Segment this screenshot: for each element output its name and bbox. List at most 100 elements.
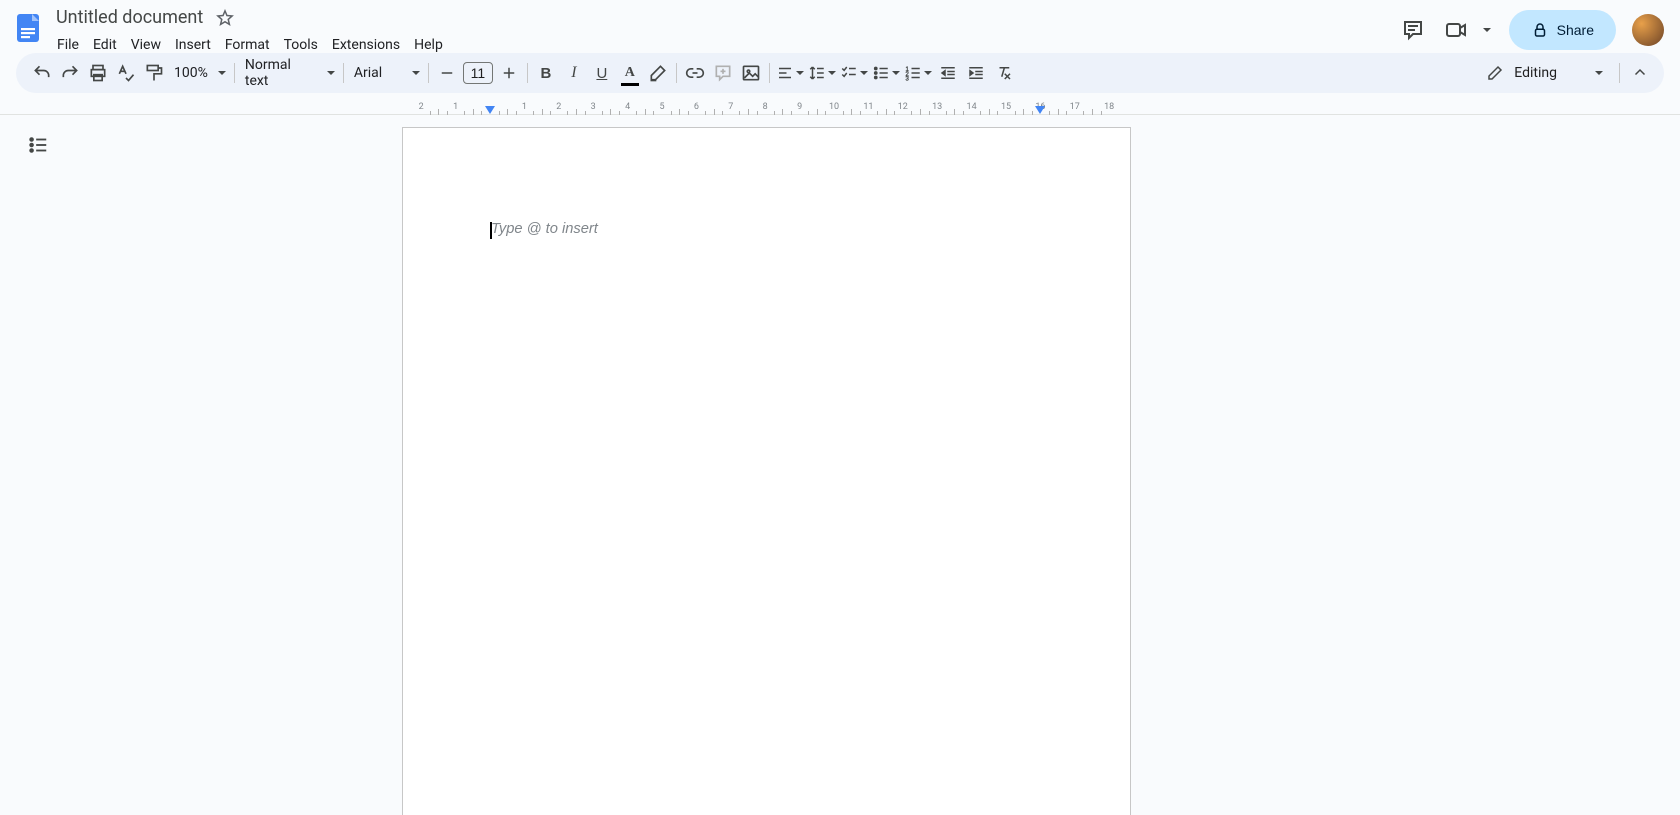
redo-button[interactable] xyxy=(56,59,84,87)
ruler-label: 13 xyxy=(932,102,942,112)
ruler-label: 12 xyxy=(898,102,908,112)
font-size-input[interactable] xyxy=(463,62,493,84)
caret-icon xyxy=(860,71,868,75)
line-spacing-button[interactable] xyxy=(806,59,838,87)
paragraph-style-value: Normal text xyxy=(245,57,317,89)
menu-help[interactable]: Help xyxy=(407,33,450,57)
menu-file[interactable]: File xyxy=(50,33,86,57)
account-avatar[interactable] xyxy=(1632,14,1664,46)
ruler-label: 18 xyxy=(1104,102,1114,112)
star-icon[interactable] xyxy=(211,4,239,32)
comments-button[interactable] xyxy=(1393,10,1433,50)
ruler-label: 4 xyxy=(625,102,630,112)
document-body[interactable]: Type @ to insert xyxy=(491,221,1042,237)
meet-button[interactable] xyxy=(1441,10,1471,50)
ruler-label: 2 xyxy=(556,102,561,112)
underline-button[interactable]: U xyxy=(588,59,616,87)
menu-tools[interactable]: Tools xyxy=(277,33,325,57)
header-bar: Untitled document File Edit View Insert … xyxy=(0,0,1680,53)
menu-insert[interactable]: Insert xyxy=(168,33,218,57)
menu-view[interactable]: View xyxy=(124,33,168,57)
caret-icon xyxy=(1595,71,1603,75)
ruler-label: 15 xyxy=(1001,102,1011,112)
menu-edit[interactable]: Edit xyxy=(86,33,124,57)
ruler-label: 2 xyxy=(419,102,424,112)
document-title[interactable]: Untitled document xyxy=(50,7,209,29)
undo-button[interactable] xyxy=(28,59,56,87)
separator xyxy=(769,63,770,83)
caret-icon xyxy=(327,71,335,75)
separator xyxy=(234,63,235,83)
numbered-list-button[interactable]: 123 xyxy=(902,59,934,87)
separator xyxy=(676,63,677,83)
font-value: Arial xyxy=(354,65,382,81)
caret-icon xyxy=(828,71,836,75)
caret-icon xyxy=(412,71,420,75)
placeholder-text: Type @ to insert xyxy=(491,221,598,237)
ruler-label: 1 xyxy=(453,102,458,112)
ruler-label: 17 xyxy=(1070,102,1080,112)
caret-icon xyxy=(892,71,900,75)
caret-icon xyxy=(924,71,932,75)
decrease-font-size-button[interactable] xyxy=(433,59,461,87)
canvas: Type @ to insert xyxy=(0,115,1680,815)
print-button[interactable] xyxy=(84,59,112,87)
right-indent-marker[interactable] xyxy=(1035,106,1045,115)
share-label: Share xyxy=(1557,22,1594,38)
separator xyxy=(428,63,429,83)
insert-image-button[interactable] xyxy=(737,59,765,87)
ruler-label: 10 xyxy=(829,102,839,112)
left-indent-marker[interactable] xyxy=(485,106,495,115)
align-button[interactable] xyxy=(774,59,806,87)
svg-text:3: 3 xyxy=(905,77,909,83)
ruler-label: 3 xyxy=(591,102,596,112)
editing-mode-button[interactable]: Editing xyxy=(1478,58,1615,88)
lock-icon xyxy=(1531,21,1549,39)
increase-indent-button[interactable] xyxy=(962,59,990,87)
italic-button[interactable]: I xyxy=(560,59,588,87)
ruler-label: 8 xyxy=(763,102,768,112)
ruler-label: 9 xyxy=(797,102,802,112)
pencil-icon xyxy=(1486,64,1504,82)
menu-extensions[interactable]: Extensions xyxy=(325,33,407,57)
share-button[interactable]: Share xyxy=(1509,10,1616,50)
ruler-label: 7 xyxy=(728,102,733,112)
meet-dropdown[interactable] xyxy=(1473,16,1501,44)
clear-formatting-button[interactable] xyxy=(990,59,1018,87)
separator xyxy=(527,63,528,83)
caret-icon xyxy=(796,71,804,75)
text-color-button[interactable]: A xyxy=(616,59,644,87)
editing-mode-label: Editing xyxy=(1514,65,1557,81)
ruler-label: 5 xyxy=(659,102,664,112)
insert-link-button[interactable] xyxy=(681,59,709,87)
show-outline-button[interactable] xyxy=(22,129,54,161)
checklist-button[interactable] xyxy=(838,59,870,87)
ruler-label: 1 xyxy=(522,102,527,112)
menu-bar: File Edit View Insert Format Tools Exten… xyxy=(50,31,1393,59)
ruler[interactable]: 21123456789101112131415161718 xyxy=(0,99,1680,115)
bulleted-list-button[interactable] xyxy=(870,59,902,87)
zoom-value: 100% xyxy=(174,65,208,81)
menu-format[interactable]: Format xyxy=(218,33,277,57)
bold-button[interactable]: B xyxy=(532,59,560,87)
zoom-select[interactable]: 100% xyxy=(168,59,230,87)
ruler-label: 14 xyxy=(967,102,977,112)
decrease-indent-button[interactable] xyxy=(934,59,962,87)
docs-logo[interactable] xyxy=(8,8,48,48)
paint-format-button[interactable] xyxy=(140,59,168,87)
document-page[interactable]: Type @ to insert xyxy=(402,127,1131,815)
highlight-button[interactable] xyxy=(644,59,672,87)
toolbar: 100% Normal text Arial B I U A 123 Editi… xyxy=(16,53,1664,93)
text-color-swatch xyxy=(621,83,639,87)
separator xyxy=(1619,63,1620,83)
spellcheck-button[interactable] xyxy=(112,59,140,87)
collapse-toolbar-button[interactable] xyxy=(1624,59,1656,87)
add-comment-button[interactable] xyxy=(709,59,737,87)
font-select[interactable]: Arial xyxy=(348,59,424,87)
paragraph-style-select[interactable]: Normal text xyxy=(239,59,339,87)
increase-font-size-button[interactable] xyxy=(495,59,523,87)
caret-icon xyxy=(218,71,226,75)
ruler-label: 6 xyxy=(694,102,699,112)
ruler-label: 11 xyxy=(863,102,873,112)
separator xyxy=(343,63,344,83)
